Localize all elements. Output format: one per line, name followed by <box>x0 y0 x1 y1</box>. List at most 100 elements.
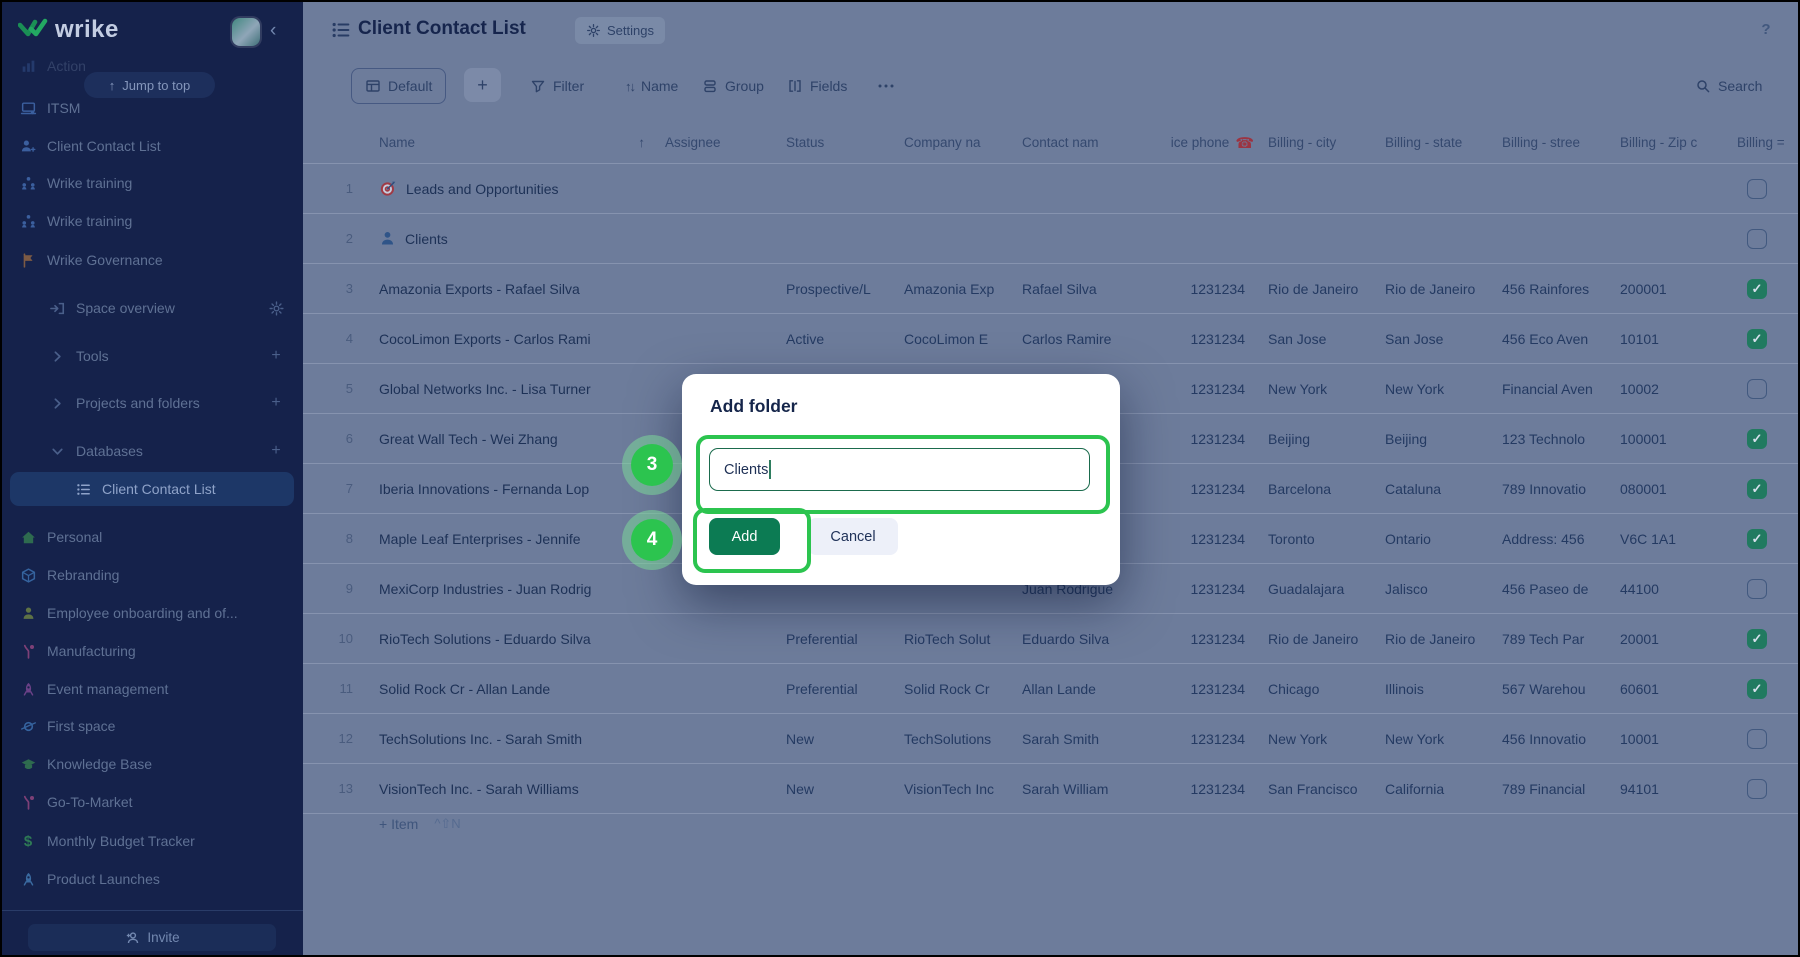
more-options-button[interactable] <box>877 68 895 104</box>
checkbox[interactable] <box>1747 779 1767 799</box>
cell-phone[interactable]: 1231234 <box>1144 681 1268 697</box>
sidebar-item-tools[interactable]: Tools+ <box>2 339 303 373</box>
cell-billing-zip[interactable]: 200001 <box>1620 281 1737 297</box>
group-button[interactable]: Group <box>702 68 764 104</box>
sidebar-item-projects-and-folders[interactable]: Projects and folders+ <box>2 386 303 420</box>
cell-status[interactable]: Prospective/L <box>786 281 904 297</box>
checkbox[interactable] <box>1747 179 1767 199</box>
cell-name[interactable]: Leads and Opportunities <box>379 180 665 198</box>
cell-billing-state[interactable]: California <box>1385 781 1502 797</box>
settings-button[interactable]: Settings <box>575 17 665 44</box>
cell-billing-state[interactable]: San Jose <box>1385 331 1502 347</box>
filter-button[interactable]: Filter <box>530 68 584 104</box>
sidebar-item-client-contact-list[interactable]: Client Contact List <box>2 129 303 163</box>
cell-phone[interactable]: 1231234 <box>1144 381 1268 397</box>
cell-billing-state[interactable]: New York <box>1385 381 1502 397</box>
cell-billing-street[interactable]: 789 Tech Par <box>1502 631 1620 647</box>
cell-contact[interactable]: Sarah Smith <box>1022 731 1144 747</box>
cell-billing-zip[interactable]: 60601 <box>1620 681 1737 697</box>
checkbox[interactable]: ✓ <box>1747 279 1767 299</box>
sort-button[interactable]: ↑↓ Name <box>625 68 678 104</box>
checkbox[interactable]: ✓ <box>1747 329 1767 349</box>
header-cell-billing-state[interactable]: Billing - state <box>1385 135 1502 150</box>
header-cell-contact[interactable]: Contact nam <box>1022 135 1144 150</box>
cell-billing-state[interactable]: Jalisco <box>1385 581 1502 597</box>
table-row[interactable]: 2Clients <box>303 214 1800 264</box>
fields-button[interactable]: Fields <box>787 68 847 104</box>
header-cell-billing-check[interactable]: Billing = <box>1737 135 1800 150</box>
cell-billing-city[interactable]: New York <box>1268 731 1385 747</box>
cell-name[interactable]: Great Wall Tech - Wei Zhang <box>379 431 665 447</box>
sidebar-item-first-space[interactable]: First space <box>2 709 303 743</box>
sidebar-item-go-to-market[interactable]: Go-To-Market <box>2 785 303 819</box>
cell-phone[interactable]: 1231234 <box>1144 481 1268 497</box>
cell-billing-city[interactable]: Guadalajara <box>1268 581 1385 597</box>
header-cell-billing-street[interactable]: Billing - stree <box>1502 135 1620 150</box>
help-icon[interactable]: ? <box>1755 18 1777 40</box>
sidebar-item-product-launches[interactable]: Product Launches <box>2 862 303 896</box>
sidebar-item-manufacturing[interactable]: Manufacturing <box>2 634 303 668</box>
cell-billing-city[interactable]: San Jose <box>1268 331 1385 347</box>
sidebar-collapse-icon[interactable]: ‹ <box>270 20 276 42</box>
avatar[interactable] <box>232 18 260 46</box>
cell-name[interactable]: Solid Rock Cr - Allan Lande <box>379 681 665 697</box>
cell-name[interactable]: Iberia Innovations - Fernanda Lop <box>379 481 665 497</box>
cell-billing-zip[interactable]: 94101 <box>1620 781 1737 797</box>
sidebar-item-client-contact-list[interactable]: Client Contact List <box>10 472 294 506</box>
cell-billing-city[interactable]: Beijing <box>1268 431 1385 447</box>
add-view-button[interactable]: + <box>464 68 501 102</box>
cell-billing-street[interactable]: 456 Eco Aven <box>1502 331 1620 347</box>
table-row[interactable]: 12TechSolutions Inc. - Sarah SmithNewTec… <box>303 714 1800 764</box>
plus-icon[interactable]: + <box>267 347 285 365</box>
checkbox[interactable] <box>1747 729 1767 749</box>
cell-contact[interactable]: Eduardo Silva <box>1022 631 1144 647</box>
sidebar-item-rebranding[interactable]: Rebranding <box>2 558 303 592</box>
sidebar-item-wrike-governance[interactable]: Wrike Governance <box>2 243 303 277</box>
cell-billing-zip[interactable]: 080001 <box>1620 481 1737 497</box>
cell-billing-street[interactable]: 456 Paseo de <box>1502 581 1620 597</box>
cell-contact[interactable]: Sarah William <box>1022 781 1144 797</box>
table-row[interactable]: 1Leads and Opportunities <box>303 164 1800 214</box>
cell-billing-street[interactable]: 456 Rainfores <box>1502 281 1620 297</box>
cell-status[interactable]: Preferential <box>786 631 904 647</box>
cell-billing-zip[interactable]: 10002 <box>1620 381 1737 397</box>
header-cell-status[interactable]: Status <box>786 135 904 150</box>
header-cell-billing-zip[interactable]: Billing - Zip c <box>1620 135 1737 150</box>
cell-billing-street[interactable]: 456 Innovatio <box>1502 731 1620 747</box>
cell-phone[interactable]: 1231234 <box>1144 281 1268 297</box>
cell-billing-city[interactable]: Rio de Janeiro <box>1268 281 1385 297</box>
cell-name[interactable]: RioTech Solutions - Eduardo Silva <box>379 631 665 647</box>
cell-company[interactable]: VisionTech Inc <box>904 781 1022 797</box>
cell-contact[interactable]: Carlos Ramire <box>1022 331 1144 347</box>
cell-billing-state[interactable]: Rio de Janeiro <box>1385 631 1502 647</box>
cell-status[interactable]: New <box>786 781 904 797</box>
cell-billing-city[interactable]: Toronto <box>1268 531 1385 547</box>
sidebar-item-monthly-budget-tracker[interactable]: $Monthly Budget Tracker <box>2 824 303 858</box>
cell-contact[interactable]: Allan Lande <box>1022 681 1144 697</box>
sidebar-item-event-management[interactable]: Event management <box>2 672 303 706</box>
cell-status[interactable]: Active <box>786 331 904 347</box>
jump-to-top-button[interactable]: ↑ Jump to top <box>84 72 215 98</box>
cell-billing-state[interactable]: Illinois <box>1385 681 1502 697</box>
cell-name[interactable]: Clients <box>379 230 665 247</box>
cell-status[interactable]: Preferential <box>786 681 904 697</box>
cell-billing-state[interactable]: Beijing <box>1385 431 1502 447</box>
view-default-button[interactable]: Default <box>351 68 446 104</box>
sidebar-item-wrike-training[interactable]: Wrike training <box>2 204 303 238</box>
add-button[interactable]: Add <box>709 518 780 555</box>
cell-billing-state[interactable]: New York <box>1385 731 1502 747</box>
checkbox[interactable]: ✓ <box>1747 679 1767 699</box>
cell-billing-state[interactable]: Ontario <box>1385 531 1502 547</box>
cell-billing-street[interactable]: 123 Technolo <box>1502 431 1620 447</box>
sidebar-item-databases[interactable]: Databases+ <box>2 434 303 468</box>
header-cell-company[interactable]: Company na <box>904 135 1022 150</box>
sidebar-item-space-overview[interactable]: Space overview <box>2 291 303 325</box>
table-row[interactable]: 13VisionTech Inc. - Sarah WilliamsNewVis… <box>303 764 1800 814</box>
cell-phone[interactable]: 1231234 <box>1144 631 1268 647</box>
cell-name[interactable]: CocoLimon Exports - Carlos Rami <box>379 331 665 347</box>
cell-billing-street[interactable]: 567 Warehou <box>1502 681 1620 697</box>
header-cell-name[interactable]: Name↑ <box>379 135 665 150</box>
checkbox[interactable]: ✓ <box>1747 529 1767 549</box>
cell-billing-zip[interactable]: 20001 <box>1620 631 1737 647</box>
cell-billing-city[interactable]: Chicago <box>1268 681 1385 697</box>
